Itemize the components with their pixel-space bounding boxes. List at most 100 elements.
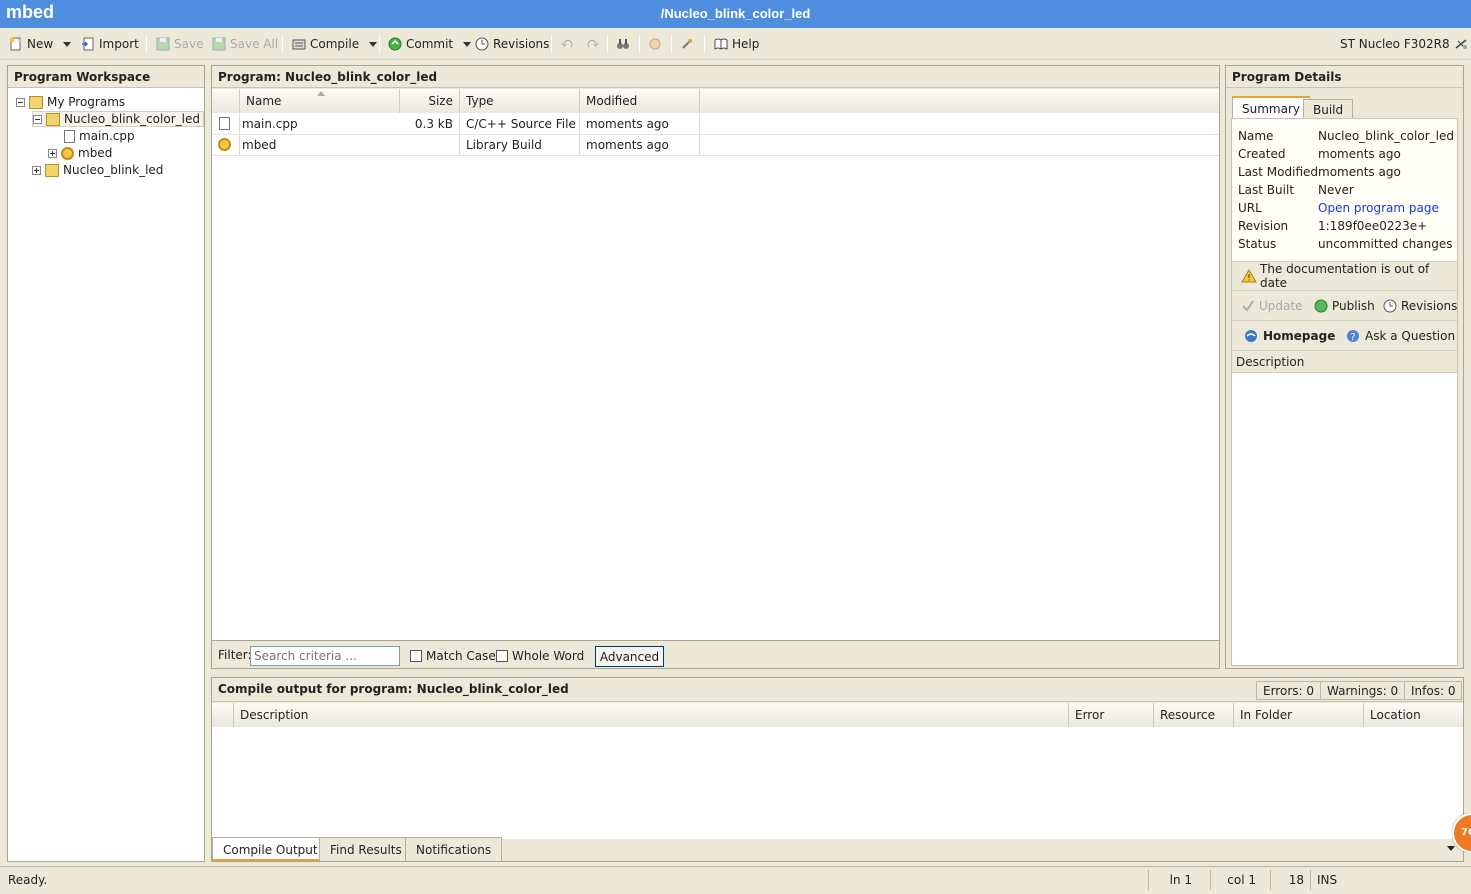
size-column-header[interactable]: Size	[400, 89, 460, 113]
tree-item-nucleo-blink-color-led[interactable]: Nucleo_blink_color_led	[32, 111, 204, 127]
details-revisions-button[interactable]: Revisions	[1383, 299, 1457, 313]
status-mode: INS	[1310, 870, 1350, 890]
infos-count: Infos: 0	[1404, 681, 1463, 700]
tab-summary[interactable]: Summary	[1232, 96, 1310, 118]
description-column-header[interactable]: Description	[234, 703, 1069, 727]
publish-icon	[1314, 299, 1328, 313]
redo-button[interactable]	[585, 35, 599, 53]
warnings-count: Warnings: 0	[1320, 681, 1406, 700]
collapse-icon[interactable]	[33, 114, 42, 124]
scroll-down-icon[interactable]	[1447, 846, 1455, 851]
file-name: mbed	[242, 138, 277, 152]
whole-word-checkbox[interactable]: Whole Word	[496, 649, 584, 663]
ask-question-button[interactable]: ? Ask a Question	[1346, 329, 1455, 343]
commit-icon	[388, 37, 402, 51]
details-panel: Program Details Summary Build Name Nucleo…	[1225, 65, 1464, 669]
homepage-label: Homepage	[1263, 329, 1336, 343]
clock-icon	[475, 37, 489, 51]
program-actions: Update Publish Revisions	[1232, 291, 1457, 321]
tree-item-nucleo-blink-led[interactable]: Nucleo_blink_led	[32, 162, 163, 178]
tree-root[interactable]: My Programs	[16, 94, 125, 110]
field-value: Never	[1318, 183, 1354, 197]
file-row[interactable]: main.cpp 0.3 kB C/C++ Source File moment…	[212, 114, 1219, 135]
compile-output-table: Description Error Resource In Folder Loc…	[212, 703, 1463, 839]
checkbox-box[interactable]	[496, 650, 508, 662]
import-button[interactable]: Import	[81, 35, 139, 53]
file-row[interactable]: mbed Library Build moments ago	[212, 135, 1219, 156]
advanced-button[interactable]: Advanced	[595, 646, 664, 667]
expand-icon[interactable]	[32, 165, 41, 175]
compile-icon	[292, 37, 306, 51]
homepage-button[interactable]: Homepage	[1244, 329, 1335, 343]
save-button[interactable]: Save	[156, 35, 203, 53]
filter-input[interactable]	[250, 646, 400, 666]
name-header-label: Name	[246, 94, 282, 108]
compile-button[interactable]: Compile	[292, 35, 378, 53]
chevron-down-icon[interactable]	[369, 41, 378, 47]
collapse-icon[interactable]	[16, 97, 25, 107]
tree-item-label: Nucleo_blink_led	[63, 163, 164, 177]
toolbar-divider	[671, 36, 672, 52]
match-case-checkbox[interactable]: Match Case	[410, 649, 496, 663]
tab-compile-output[interactable]: Compile Output	[212, 837, 329, 861]
platform-selector[interactable]: ST Nucleo F302R8	[1340, 35, 1468, 53]
status-number: 18	[1270, 870, 1310, 890]
workspace-title: Program Workspace	[8, 66, 204, 88]
open-program-page-link[interactable]: Open program page	[1318, 201, 1439, 219]
expand-icon[interactable]	[48, 148, 57, 158]
type-column-header[interactable]: Type	[460, 89, 580, 113]
save-all-button[interactable]: Save All	[212, 35, 278, 53]
field-label: Status	[1238, 237, 1277, 251]
location-column-header[interactable]: Location	[1364, 703, 1463, 727]
tab-notifications[interactable]: Notifications	[405, 837, 503, 861]
resource-column-header[interactable]: Resource	[1154, 703, 1234, 727]
help-button[interactable]: Help	[714, 35, 759, 53]
field-revision: Revision 1:189f0ee0223e+	[1238, 219, 1427, 237]
commit-button[interactable]: Commit	[388, 35, 472, 53]
platform-icon	[1454, 37, 1468, 51]
publish-button[interactable]: Publish	[1314, 299, 1375, 313]
format-button[interactable]	[648, 35, 662, 53]
checkbox-box[interactable]	[410, 650, 422, 662]
modified-column-header[interactable]: Modified	[580, 89, 700, 113]
summary-content: Name Nucleo_blink_color_led Created moment…	[1231, 118, 1458, 666]
new-button[interactable]: New	[9, 35, 72, 53]
tree-item-mbed[interactable]: mbed	[48, 145, 112, 161]
compile-label: Compile	[310, 37, 360, 51]
help-label: Help	[732, 37, 760, 51]
undo-button[interactable]	[561, 35, 575, 53]
toolbar-divider	[639, 36, 640, 52]
program-title: Program: Nucleo_blink_color_led	[212, 66, 1219, 88]
book-icon	[714, 37, 728, 51]
ask-question-label: Ask a Question	[1365, 329, 1456, 343]
svg-text:?: ?	[1350, 332, 1355, 343]
save-all-icon	[212, 37, 226, 51]
chevron-down-icon[interactable]	[463, 41, 472, 47]
file-modified: moments ago	[580, 114, 700, 134]
revisions-button[interactable]: Revisions	[475, 35, 549, 53]
publish-label: Publish	[1332, 299, 1375, 313]
binoculars-icon	[616, 37, 630, 51]
tools-button[interactable]	[680, 35, 694, 53]
tab-find-results[interactable]: Find Results	[319, 837, 413, 861]
toolbar-divider	[379, 36, 380, 52]
match-case-label: Match Case	[426, 649, 496, 663]
chevron-down-icon[interactable]	[63, 41, 72, 47]
tree-item-label: mbed	[78, 146, 113, 160]
tab-build[interactable]: Build	[1303, 99, 1354, 118]
update-button[interactable]: Update	[1241, 299, 1302, 313]
name-column-header[interactable]: Name	[240, 89, 400, 113]
question-icon: ?	[1346, 329, 1360, 343]
find-button[interactable]	[616, 35, 630, 53]
status-column: col 1	[1210, 870, 1262, 890]
field-url: URL Open program page	[1238, 201, 1439, 219]
filter-label: Filter:	[218, 648, 252, 662]
toolbar: New Import Save Save All Compile Commit …	[0, 28, 1471, 60]
new-label: New	[27, 37, 54, 51]
workspace-panel: Program Workspace My Programs Nucleo_bli…	[7, 65, 205, 862]
in-folder-column-header[interactable]: In Folder	[1234, 703, 1364, 727]
update-label: Update	[1259, 299, 1303, 313]
tree-item-main-cpp[interactable]: main.cpp	[64, 128, 135, 144]
error-column-header[interactable]: Error	[1069, 703, 1154, 727]
save-icon	[156, 37, 170, 51]
